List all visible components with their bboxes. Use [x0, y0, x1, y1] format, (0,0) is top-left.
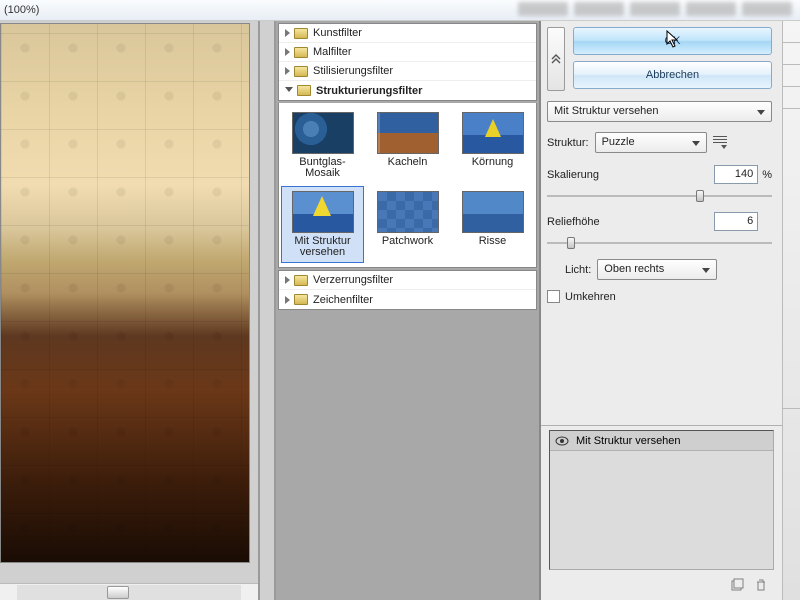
filter-gallery-panel: Kunstfilter Malfilter Stilisierungsfilte…: [276, 21, 541, 600]
title-bar: (100%): [0, 0, 800, 21]
thumb-mit-struktur[interactable]: Mit Struktur versehen: [281, 186, 364, 263]
browser-chrome-blur: [518, 2, 792, 16]
zoom-label: (100%): [4, 4, 39, 16]
struktur-label: Struktur:: [547, 137, 589, 149]
relief-slider[interactable]: [547, 237, 772, 249]
window-right-edge: [782, 21, 800, 600]
ok-label: OK: [665, 35, 681, 47]
thumb-risse[interactable]: Risse: [451, 186, 534, 263]
folder-icon: [294, 28, 308, 39]
thumb-preview: [462, 112, 524, 154]
folder-icon: [294, 66, 308, 77]
filter-tree: Kunstfilter Malfilter Stilisierungsfilte…: [278, 23, 537, 101]
skalierung-slider[interactable]: [547, 190, 772, 202]
tree-label: Kunstfilter: [313, 27, 362, 39]
thumb-label: Kacheln: [369, 157, 446, 168]
thumb-patchwork[interactable]: Patchwork: [366, 186, 449, 263]
folder-icon: [297, 85, 311, 96]
licht-value: Oben rechts: [604, 263, 664, 275]
disclosure-icon: [285, 296, 290, 304]
thumb-koernung[interactable]: Körnung: [451, 107, 534, 184]
disclosure-icon: [285, 67, 290, 75]
tree-label: Zeichenfilter: [313, 294, 373, 306]
skalierung-input[interactable]: 140: [714, 165, 758, 184]
cancel-button[interactable]: Abbrechen: [573, 61, 772, 89]
new-effect-layer-icon[interactable]: [730, 578, 744, 592]
relief-input[interactable]: 6: [714, 212, 758, 231]
preview-scrollbar-h[interactable]: [0, 583, 258, 600]
licht-select[interactable]: Oben rechts: [597, 259, 717, 280]
thumb-kacheln[interactable]: Kacheln: [366, 107, 449, 184]
tree-item-strukturierungsfilter[interactable]: Strukturierungsfilter: [279, 81, 536, 100]
licht-label: Licht:: [565, 264, 591, 276]
filter-preview[interactable]: [0, 23, 250, 563]
folder-icon: [294, 47, 308, 58]
disclosure-icon: [285, 276, 290, 284]
tree-label: Malfilter: [313, 46, 352, 58]
trash-icon[interactable]: [754, 578, 768, 592]
skalierung-unit: %: [762, 169, 772, 181]
tree-item-verzerrungsfilter[interactable]: Verzerrungsfilter: [279, 271, 536, 290]
thumb-preview: [292, 112, 354, 154]
thumb-preview: [292, 191, 354, 233]
folder-icon: [294, 275, 308, 286]
thumb-preview: [462, 191, 524, 233]
thumb-label: Buntglas-Mosaik: [284, 157, 361, 179]
disclosure-icon: [285, 29, 290, 37]
collapse-options-button[interactable]: [547, 27, 565, 91]
panel-gutter[interactable]: [260, 21, 276, 600]
umkehren-label: Umkehren: [565, 291, 616, 303]
thumb-label: Mit Struktur versehen: [284, 236, 361, 258]
thumb-label: Patchwork: [369, 236, 446, 247]
ok-button[interactable]: OK: [573, 27, 772, 55]
disclosure-icon: [285, 48, 290, 56]
options-panel: OK Abbrechen Mit Struktur versehen Struk…: [541, 21, 782, 600]
flyout-menu-icon[interactable]: [713, 136, 727, 149]
tree-label: Verzerrungsfilter: [313, 274, 393, 286]
cancel-label: Abbrechen: [646, 69, 699, 81]
filter-thumbnails: Buntglas-Mosaik Kacheln Körnung Mit Stru…: [278, 103, 537, 268]
relief-label: Reliefhöhe: [547, 216, 600, 228]
folder-icon: [294, 294, 308, 305]
struktur-value: Puzzle: [602, 136, 635, 148]
thumb-label: Körnung: [454, 157, 531, 168]
tree-item-kunstfilter[interactable]: Kunstfilter: [279, 24, 536, 43]
effect-select[interactable]: Mit Struktur versehen: [547, 101, 772, 122]
umkehren-checkbox[interactable]: [547, 290, 560, 303]
thumb-preview: [377, 112, 439, 154]
effect-layer-row[interactable]: Mit Struktur versehen: [550, 431, 773, 451]
tree-item-stilisierungsfilter[interactable]: Stilisierungsfilter: [279, 62, 536, 81]
effect-layer-name: Mit Struktur versehen: [576, 435, 681, 447]
tree-label: Strukturierungsfilter: [316, 85, 422, 97]
tree-item-malfilter[interactable]: Malfilter: [279, 43, 536, 62]
effect-select-value: Mit Struktur versehen: [554, 105, 659, 117]
struktur-select[interactable]: Puzzle: [595, 132, 707, 153]
skalierung-label: Skalierung: [547, 169, 599, 181]
thumb-label: Risse: [454, 236, 531, 247]
preview-panel: [0, 21, 260, 600]
disclosure-open-icon: [285, 87, 293, 96]
effect-layers-panel: Mit Struktur versehen: [541, 425, 782, 600]
chevron-up-double-icon: [551, 54, 561, 64]
visibility-eye-icon[interactable]: [554, 434, 570, 448]
thumb-buntglas[interactable]: Buntglas-Mosaik: [281, 107, 364, 184]
thumb-preview: [377, 191, 439, 233]
filter-panel-empty: [276, 310, 539, 600]
tree-item-zeichenfilter[interactable]: Zeichenfilter: [279, 290, 536, 309]
filter-tree-lower: Verzerrungsfilter Zeichenfilter: [278, 270, 537, 310]
effect-layer-list[interactable]: Mit Struktur versehen: [549, 430, 774, 570]
tree-label: Stilisierungsfilter: [313, 65, 393, 77]
